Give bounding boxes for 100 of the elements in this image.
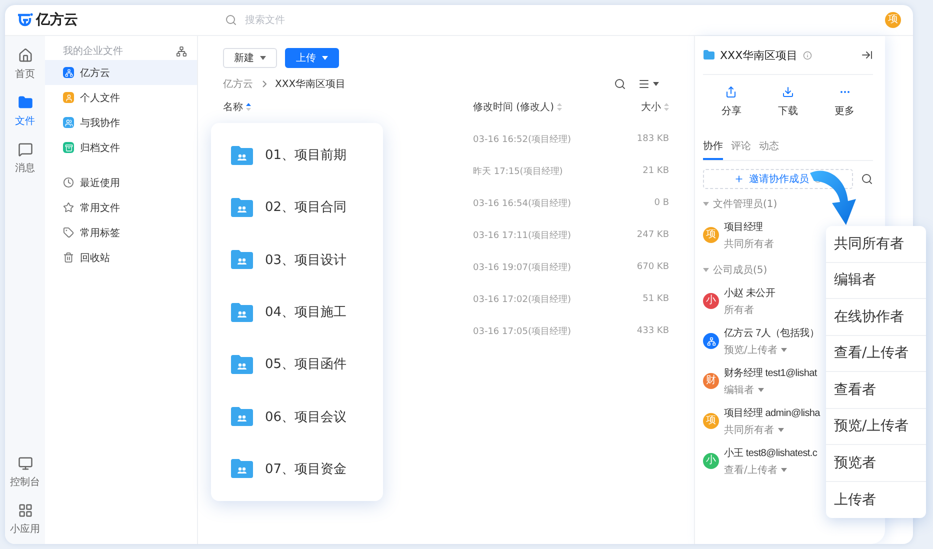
menu-item[interactable]: 预览者 [826, 445, 926, 482]
sidebar-item[interactable]: 个人文件 [45, 85, 197, 110]
nav-item[interactable]: 控制台 [10, 456, 40, 489]
shared-folder-icon [231, 407, 253, 426]
nav-item[interactable]: 消息 [15, 142, 35, 175]
caret-icon [260, 56, 266, 60]
table-cell-text: 21 KB [642, 166, 669, 176]
member-avatar: 小 [703, 453, 719, 469]
action-button[interactable]: 分享 [703, 85, 760, 119]
table-cell-text: 03-16 17:02(项目经理) [473, 294, 572, 306]
folder-name[interactable]: 05、项目函件 [265, 355, 347, 374]
panel-tab[interactable]: 动态 [759, 139, 779, 160]
table-cell-text: 03-16 17:05(项目经理) [473, 326, 572, 338]
member-name: 小赵 未公开 [724, 286, 775, 300]
search-icon[interactable] [614, 78, 626, 90]
sidebar-item[interactable]: 归档文件 [45, 135, 197, 160]
table-cell-text: 03-16 16:54(项目经理) [473, 198, 572, 210]
sidebar-item[interactable]: 最近使用 [45, 170, 197, 195]
download-icon [782, 86, 794, 98]
menu-item[interactable]: 共同所有者 [826, 226, 926, 262]
shared-folder-icon [231, 198, 253, 217]
table-cell-text: 0 B [653, 198, 669, 208]
sidebar-item[interactable]: 常用标签 [45, 220, 197, 245]
nav-item[interactable]: 首页 [15, 48, 35, 81]
folder-name[interactable]: 07、项目资金 [265, 460, 347, 478]
caret-icon [781, 348, 788, 352]
sidebar-item[interactable]: 亿方云 [45, 60, 197, 85]
role-dropdown[interactable]: 编辑者 [724, 382, 817, 396]
menu-item[interactable]: 预览/上传者 [826, 408, 926, 445]
nav-item[interactable]: 小应用 [10, 503, 40, 536]
sidebar-item[interactable]: 常用文件 [45, 195, 197, 220]
folder-name[interactable]: 04、项目施工 [265, 303, 347, 322]
folder-name[interactable]: 01、项目前期 [265, 146, 347, 164]
folder-icon [703, 49, 715, 61]
member-name: 亿方云 7人（包括我） [724, 326, 820, 340]
folder-name[interactable]: 06、项目会议 [265, 408, 347, 426]
role-dropdown[interactable]: 预览/上传者 [724, 342, 820, 356]
caret-icon [703, 268, 709, 272]
sidebar-item[interactable]: 与我协作 [45, 110, 197, 135]
table-cell-text: 51 KB [642, 294, 669, 304]
action-button[interactable]: 下载 [760, 85, 816, 119]
list-view-icon[interactable] [638, 78, 650, 90]
caret-icon [758, 388, 764, 392]
upload-button[interactable]: 上传 [285, 48, 339, 68]
share-icon [725, 86, 738, 98]
monitor-icon [18, 456, 32, 471]
column-header[interactable]: 修改时间 (修改人) [473, 100, 609, 114]
table-cell-text: 247 KB [636, 230, 669, 240]
caret-icon [781, 468, 788, 472]
member-avatar: 项 [703, 227, 719, 243]
message-icon [18, 142, 32, 157]
member-name: 小王 test8@lishatest.c [724, 446, 818, 460]
column-header[interactable]: 大小 [609, 100, 669, 114]
table-cell-text: 183 KB [636, 134, 669, 144]
nav-item[interactable]: 文件 [15, 95, 35, 128]
folder-name[interactable]: 03、项目设计 [265, 250, 347, 269]
breadcrumb-link[interactable]: 亿方云 [223, 77, 253, 91]
table-cell-text: 670 KB [636, 262, 669, 272]
caret-icon [322, 56, 328, 60]
column-header[interactable]: 名称 [223, 100, 473, 114]
sort-icon[interactable] [246, 103, 251, 111]
table-cell-text: 03-16 17:11(项目经理) [473, 230, 572, 242]
star-icon [63, 202, 74, 213]
role-dropdown[interactable]: 查看/上传者 [724, 462, 818, 476]
search-icon[interactable] [861, 173, 873, 185]
hierarchy-icon[interactable] [176, 46, 187, 56]
shared-folder-icon [231, 250, 253, 270]
trash-icon [63, 252, 74, 263]
member-role: 共同所有者 [724, 238, 774, 250]
home-icon [18, 48, 32, 63]
panel-tab[interactable]: 评论 [731, 139, 751, 160]
member-name: 财务经理 test1@lishat [724, 366, 817, 380]
tag-icon [63, 227, 74, 238]
sidebar-item[interactable]: 回收站 [45, 245, 197, 270]
member-avatar: 小 [703, 293, 719, 309]
menu-item[interactable]: 在线协作者 [826, 299, 926, 336]
info-icon[interactable] [802, 50, 812, 60]
folder-icon [18, 95, 32, 110]
group-title[interactable]: 文件管理员(1) [713, 197, 778, 211]
table-cell-text: 433 KB [636, 326, 669, 336]
caret-icon [653, 82, 659, 86]
member-name: 项目经理 [724, 220, 764, 234]
new-button[interactable]: 新建 [223, 48, 277, 68]
shared-folder-icon [231, 302, 253, 322]
section-title: 我的企业文件 [63, 44, 123, 58]
menu-item[interactable]: 查看/上传者 [826, 336, 926, 372]
clock-icon [63, 177, 74, 188]
table-cell-text: 昨天 17:15(项目经理) [473, 166, 564, 178]
folder-name[interactable]: 02、项目合同 [265, 198, 347, 216]
action-button[interactable]: 更多 [816, 85, 873, 119]
panel-tab[interactable]: 协作 [703, 139, 723, 160]
role-dropdown[interactable]: 共同所有者 [724, 422, 820, 436]
menu-item[interactable]: 上传者 [826, 482, 926, 518]
grid-icon [18, 503, 32, 518]
collapse-icon[interactable] [861, 49, 873, 61]
app-logo: 亿方云 [36, 11, 78, 29]
group-title[interactable]: 公司成员(5) [713, 263, 768, 277]
breadcrumb-link[interactable]: XXX华南区项目 [275, 77, 346, 91]
menu-item[interactable]: 查看者 [826, 372, 926, 408]
menu-item[interactable]: 编辑者 [826, 262, 926, 299]
